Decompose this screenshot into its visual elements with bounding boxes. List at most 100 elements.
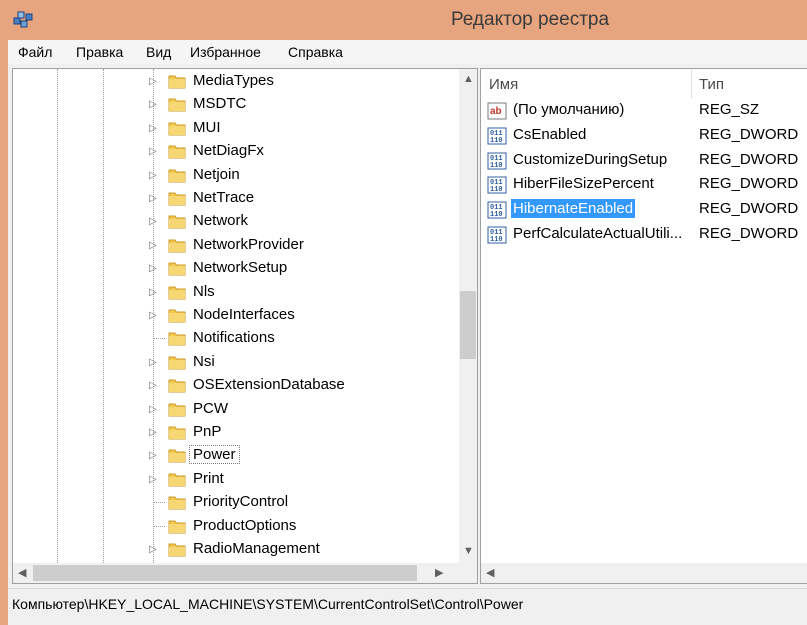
menu-favorites[interactable]: Избранное bbox=[190, 44, 261, 60]
window-title: Редактор реестра bbox=[450, 9, 610, 30]
value-name: HibernateEnabled bbox=[511, 199, 636, 219]
value-row[interactable]: 011 110 CsEnabled REG_DWORD bbox=[481, 124, 807, 148]
folder-icon bbox=[168, 262, 186, 276]
scroll-left-icon[interactable]: ◀ bbox=[18, 566, 26, 579]
tree-item-pcw[interactable]: ▷ PCW bbox=[13, 398, 453, 421]
svg-text:ab: ab bbox=[490, 106, 502, 117]
tree-item-networksetup[interactable]: ▷ NetworkSetup bbox=[13, 257, 453, 280]
menu-file[interactable]: Файл bbox=[18, 44, 52, 60]
tree-item-label: Nls bbox=[193, 282, 215, 300]
expand-arrow-icon[interactable]: ▷ bbox=[149, 123, 157, 134]
tree-item-power[interactable]: ▷ Power bbox=[13, 444, 453, 467]
expand-arrow-icon[interactable]: ▷ bbox=[149, 76, 157, 87]
tree-item-msdtc[interactable]: ▷ MSDTC bbox=[13, 93, 453, 116]
tree-item-radiomanagement[interactable]: ▷ RadioManagement bbox=[13, 538, 453, 561]
tree-item-label: MediaTypes bbox=[193, 72, 274, 89]
scroll-right-icon[interactable]: ▶ bbox=[435, 566, 443, 579]
tree-item-network[interactable]: ▷ Network bbox=[13, 210, 453, 233]
tree-item-label: MSDTC bbox=[193, 95, 247, 113]
expand-arrow-icon[interactable]: ▷ bbox=[149, 357, 157, 368]
expand-arrow-icon[interactable]: ▷ bbox=[149, 450, 157, 461]
tree-item-label: NetDiagFx bbox=[193, 142, 264, 160]
value-type: REG_DWORD bbox=[699, 225, 799, 242]
scroll-down-icon[interactable]: ▼ bbox=[463, 545, 474, 557]
tree-item-mui[interactable]: ▷ MUI bbox=[13, 117, 453, 140]
expand-arrow-icon[interactable]: ▷ bbox=[149, 427, 157, 438]
menu-view[interactable]: Вид bbox=[146, 44, 171, 60]
tree-item-osextensiondatabase[interactable]: ▷ OSExtensionDatabase bbox=[13, 374, 453, 397]
values-list[interactable]: Имя Тип ab (По умолчанию) REG_SZ 011 110 CsEn… bbox=[480, 68, 807, 584]
expand-arrow-icon[interactable]: ▷ bbox=[149, 216, 157, 227]
registry-editor-window: Файл Правка Вид Избранное Справка ▷ Media… bbox=[8, 40, 807, 625]
column-separator[interactable] bbox=[691, 69, 692, 99]
expand-arrow-icon[interactable]: ▷ bbox=[149, 474, 157, 485]
menu-help[interactable]: Справка bbox=[288, 44, 343, 60]
tree-horizontal-scrollbar[interactable]: ◀ ▶ bbox=[13, 563, 477, 583]
folder-icon bbox=[168, 379, 186, 393]
folder-icon bbox=[168, 169, 186, 183]
expand-arrow-icon[interactable]: ▷ bbox=[149, 146, 157, 157]
tree-item-notifications[interactable]: Notifications bbox=[13, 327, 453, 350]
expand-arrow-icon[interactable]: ▷ bbox=[149, 170, 157, 181]
tree-item-label: Nsi bbox=[193, 352, 215, 370]
tree-item-nodeinterfaces[interactable]: ▷ NodeInterfaces bbox=[13, 304, 453, 327]
menu-edit[interactable]: Правка bbox=[76, 44, 123, 60]
value-name: CsEnabled bbox=[513, 125, 587, 143]
tree-item-label: PriorityControl bbox=[193, 493, 289, 511]
value-type: REG_DWORD bbox=[699, 200, 799, 218]
expand-arrow-icon[interactable]: ▷ bbox=[149, 263, 157, 274]
tree-item-mediatypes[interactable]: ▷ MediaTypes bbox=[13, 70, 453, 93]
tree-item-label: PCW bbox=[193, 399, 228, 417]
tree-item-label: OSExtensionDatabase bbox=[193, 376, 345, 394]
svg-text:110: 110 bbox=[490, 211, 503, 219]
value-row[interactable]: ab (По умолчанию) REG_SZ bbox=[481, 99, 807, 123]
folder-icon bbox=[168, 473, 186, 487]
expand-arrow-icon[interactable]: ▷ bbox=[149, 99, 157, 110]
value-name: PerfCalculateActualUtili... bbox=[513, 225, 683, 242]
expand-arrow-icon[interactable]: ▷ bbox=[149, 240, 157, 251]
folder-icon bbox=[168, 332, 186, 346]
tree-item-label: NodeInterfaces bbox=[193, 306, 295, 323]
expand-arrow-icon[interactable]: ▷ bbox=[149, 287, 157, 298]
folder-icon bbox=[168, 426, 186, 440]
tree-item-netjoin[interactable]: ▷ Netjoin bbox=[13, 164, 453, 187]
expand-arrow-icon[interactable]: ▷ bbox=[149, 310, 157, 321]
tree-item-label: PnP bbox=[193, 423, 222, 440]
expand-arrow-icon[interactable]: ▷ bbox=[149, 380, 157, 391]
tree-item-netdiagfx[interactable]: ▷ NetDiagFx bbox=[13, 140, 453, 163]
key-tree[interactable]: ▷ MediaTypes ▷ MSDTC ▷ MUI ▷ NetDiagFx ▷ Netjoin ▷… bbox=[12, 68, 478, 584]
string-value-icon: ab bbox=[487, 102, 507, 120]
tree-item-prioritycontrol[interactable]: PriorityControl bbox=[13, 491, 453, 514]
tree-item-nls[interactable]: ▷ Nls bbox=[13, 281, 453, 304]
value-row[interactable]: 011 110 HiberFileSizePercent REG_DWORD bbox=[481, 173, 807, 197]
tree-connector bbox=[153, 338, 165, 340]
expand-arrow-icon[interactable]: ▷ bbox=[149, 404, 157, 415]
folder-icon bbox=[168, 122, 186, 136]
tree-item-pnp[interactable]: ▷ PnP bbox=[13, 421, 453, 444]
list-horizontal-scrollbar[interactable]: ◀ bbox=[481, 563, 807, 583]
binary-value-icon: 011110 bbox=[487, 152, 507, 170]
expand-arrow-icon[interactable]: ▷ bbox=[149, 544, 157, 555]
tree-item-nettrace[interactable]: ▷ NetTrace bbox=[13, 187, 453, 210]
folder-icon bbox=[168, 449, 186, 463]
value-type: REG_DWORD bbox=[699, 125, 799, 143]
value-name: (По умолчанию) bbox=[513, 101, 625, 118]
scroll-left-icon[interactable]: ◀ bbox=[486, 566, 494, 579]
tree-item-productoptions[interactable]: ProductOptions bbox=[13, 515, 453, 538]
tree-vertical-scrollbar[interactable]: ▲ ▼ bbox=[459, 69, 477, 563]
tree-item-label: NetworkProvider bbox=[193, 235, 304, 253]
value-row[interactable]: 011 110 PerfCalculateActualUtili... REG_DWO… bbox=[481, 223, 807, 247]
folder-icon bbox=[168, 520, 186, 534]
expand-arrow-icon[interactable]: ▷ bbox=[149, 193, 157, 204]
folder-icon bbox=[168, 215, 186, 229]
tree-vertical-scroll-thumb[interactable] bbox=[460, 291, 476, 359]
folder-icon bbox=[168, 356, 186, 370]
value-row[interactable]: 011 110 HibernateEnabled REG_DWORD bbox=[481, 198, 807, 222]
tree-item-nsi[interactable]: ▷ Nsi bbox=[13, 351, 453, 374]
tree-item-print[interactable]: ▷ Print bbox=[13, 468, 453, 491]
value-row[interactable]: 011 110 CustomizeDuringSetup REG_DWORD bbox=[481, 149, 807, 173]
tree-item-networkprovider[interactable]: ▷ NetworkProvider bbox=[13, 234, 453, 257]
tree-horizontal-scroll-thumb[interactable] bbox=[33, 565, 417, 581]
value-name: CustomizeDuringSetup bbox=[513, 150, 668, 168]
scroll-up-icon[interactable]: ▲ bbox=[463, 73, 474, 85]
